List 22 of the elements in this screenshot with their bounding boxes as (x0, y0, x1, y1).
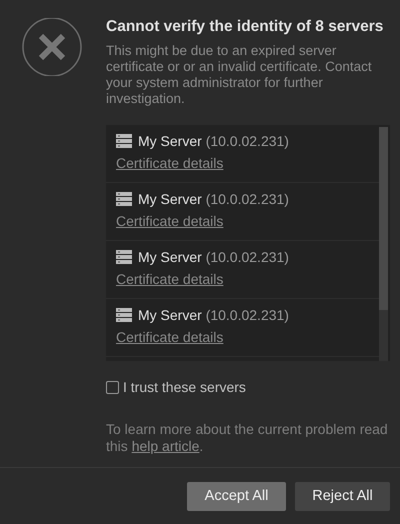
checkbox-label: I trust these servers (123, 379, 246, 395)
reject-all-button[interactable]: Reject All (295, 482, 390, 510)
certificate-details-link[interactable]: Certificate details (116, 213, 224, 229)
server-icon (116, 250, 132, 264)
trust-checkbox[interactable] (106, 380, 119, 394)
help-text: To learn more about the current problem read this help article. (106, 421, 389, 455)
server-name: My Server (10.0.02.231) (138, 191, 289, 207)
dialog-title: Cannot verify the identity of 8 servers (106, 18, 384, 36)
error-message: This might be due to an expired server certificate or or an invalid certificate. Contact your system administrator for further investigation. (106, 43, 373, 107)
certificate-details-link[interactable]: Certificate details (116, 155, 224, 171)
server-name: My Server (10.0.02.231) (138, 307, 289, 323)
server-name: My Server (10.0.02.231) (138, 133, 289, 149)
certificate-details-link[interactable]: Certificate details (116, 329, 224, 345)
help-article-link[interactable]: help article (132, 438, 200, 454)
accept-all-button[interactable]: Accept All (187, 482, 286, 510)
error-icon (22, 18, 82, 76)
server-icon (116, 134, 132, 148)
server-icon (116, 192, 132, 206)
server-name: My Server (10.0.02.231) (138, 249, 289, 265)
server-icon (116, 308, 132, 322)
scrollbar[interactable] (379, 127, 388, 361)
certificate-details-link[interactable]: Certificate details (116, 271, 224, 287)
